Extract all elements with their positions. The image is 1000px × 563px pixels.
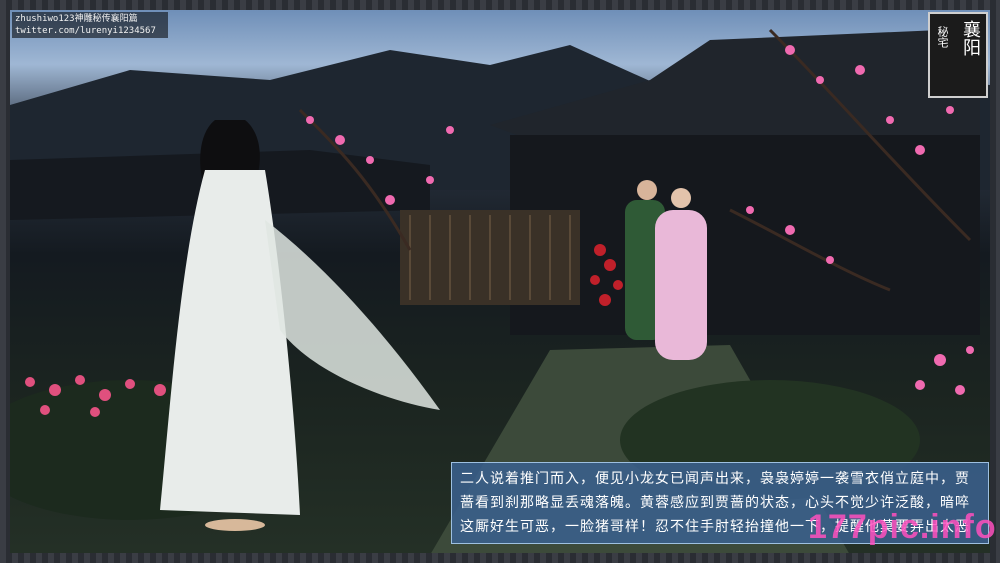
site-watermark: 177pic.info xyxy=(808,508,997,546)
temple-wall xyxy=(510,135,980,335)
seal-left-text: 秘宅 xyxy=(936,26,949,48)
seal-right-text: 襄阳 xyxy=(960,20,981,56)
watermark-twitter: twitter.com/lurenyi1234567 xyxy=(15,26,156,36)
watermark-title: zhushiwo123神雕秘传襄阳篇 xyxy=(15,14,138,24)
image-frame: zhushiwo123神雕秘传襄阳篇 twitter.com/lurenyi12… xyxy=(0,0,1000,563)
author-watermark: zhushiwo123神雕秘传襄阳篇 twitter.com/lurenyi12… xyxy=(12,12,168,38)
title-seal: 秘宅 襄阳 xyxy=(928,12,988,98)
